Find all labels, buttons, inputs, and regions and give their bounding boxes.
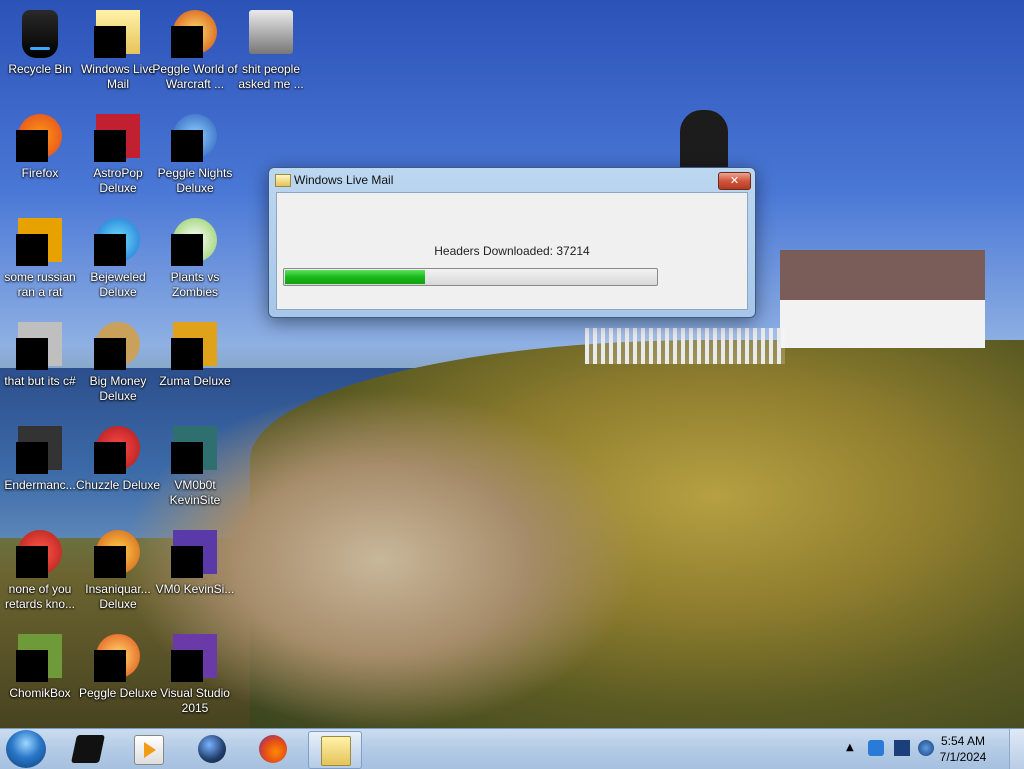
redacted-block: [171, 442, 203, 474]
globe-icon: [198, 735, 226, 763]
wallpaper-fence: [585, 328, 785, 364]
desktop-icon-plants-vs-zombies[interactable]: Plants vs Zombies: [157, 214, 233, 310]
desktop-icon-label: some russian ran a rat: [4, 270, 76, 299]
redacted-block: [171, 338, 203, 370]
desktop-icon-label: AstroPop Deluxe: [93, 166, 143, 195]
redacted-block: [171, 546, 203, 578]
windows-live-mail-icon: [275, 174, 291, 187]
desktop-icon-chuzzle-deluxe[interactable]: Chuzzle Deluxe: [76, 422, 160, 518]
desktop-icon-label: VM0 KevinSi...: [155, 582, 235, 596]
media-player-icon: [134, 735, 164, 765]
desktop-icon-some-russian-ran-a-rat[interactable]: some russian ran a rat: [2, 214, 78, 310]
redacted-block: [16, 442, 48, 474]
redacted-block: [94, 650, 126, 682]
redacted-block: [171, 130, 203, 162]
network-icon[interactable]: [868, 740, 884, 756]
desktop-icon-label: Big Money Deluxe: [89, 374, 147, 403]
wallpaper-house: [780, 300, 985, 348]
desktop-icon-label: Plants vs Zombies: [170, 270, 220, 299]
desktop-icon-big-money-deluxe[interactable]: Big Money Deluxe: [80, 318, 156, 414]
desktop-icon-peggle-world-of-warcraft[interactable]: Peggle World of Warcraft ...: [152, 6, 238, 102]
desktop-icon-peggle-deluxe[interactable]: Peggle Deluxe: [79, 630, 157, 726]
desktop-icon-vm0-kevinsite[interactable]: VM0 KevinSi...: [156, 526, 234, 622]
show-hidden-icons-icon[interactable]: ▲: [846, 740, 862, 756]
desktop-icon-bejeweled-deluxe[interactable]: Bejeweled Deluxe: [80, 214, 156, 310]
desktop-icon-firefox[interactable]: Firefox: [2, 110, 78, 206]
redacted-block: [171, 26, 203, 58]
clock-time: 5:54 AM: [940, 734, 986, 748]
desktop-icon-astropop-deluxe[interactable]: AstroPop Deluxe: [80, 110, 156, 206]
redacted-block: [171, 234, 203, 266]
redacted-block: [16, 650, 48, 682]
desktop-icon-none-of-you[interactable]: none of you retards kno...: [2, 526, 78, 622]
show-desktop-button[interactable]: [1009, 729, 1024, 769]
desktop-icon-zuma-deluxe[interactable]: Zuma Deluxe: [157, 318, 233, 414]
progress-fill: [285, 270, 425, 284]
redacted-block: [16, 234, 48, 266]
taskbar-button-windows-live-mail[interactable]: [308, 731, 362, 769]
desktop-icon-label: Insaniquar... Deluxe: [85, 582, 151, 611]
clock-date: 7/1/2024: [939, 750, 987, 764]
firefox-icon: [259, 735, 287, 763]
folder-icon: [249, 10, 293, 54]
desktop-icon-label: Bejeweled Deluxe: [90, 270, 146, 299]
desktop-icon-label: Endermanc...: [4, 478, 76, 492]
desktop-icon-windows-live-mail[interactable]: Windows Live Mail: [80, 6, 156, 102]
status-text: Headers Downloaded: 37214: [434, 244, 590, 258]
desktop-icon-shit-people-asked-me[interactable]: shit people asked me ...: [233, 6, 309, 102]
desktop-icon-vm0b0t-kevinsite[interactable]: VM0b0t KevinSite: [157, 422, 233, 518]
dialog-client: Headers Downloaded: 37214: [276, 192, 748, 310]
redacted-block: [16, 338, 48, 370]
desktop-icon-label: that but its c#: [4, 374, 76, 388]
redacted-block: [94, 338, 126, 370]
generic-box-icon: [71, 735, 105, 763]
desktop-icon-label: shit people asked me ...: [238, 62, 304, 91]
start-button[interactable]: [6, 730, 46, 768]
dialog-title: Windows Live Mail: [294, 173, 394, 187]
redacted-block: [171, 650, 203, 682]
redacted-block: [94, 130, 126, 162]
desktop-icon-label: VM0b0t KevinSite: [169, 478, 221, 507]
close-button[interactable]: ✕: [718, 172, 751, 190]
desktop-icon-endermanc[interactable]: Endermanc...: [2, 422, 78, 518]
wallpaper-lighthouse: [680, 110, 728, 170]
taskbar-button-globe[interactable]: [186, 731, 238, 767]
recycle-bin-icon: [22, 10, 58, 58]
desktop-icon-label: none of you retards kno...: [4, 582, 76, 611]
taskbar-clock[interactable]: 5:54 AM 7/1/2024: [928, 733, 998, 765]
desktop-icon-label: Windows Live Mail: [80, 62, 156, 91]
desktop-icon-that-but-its-csharp[interactable]: that but its c#: [2, 318, 78, 414]
wallpaper-roof: [780, 250, 985, 300]
desktop-icon-label: Recycle Bin: [8, 62, 72, 76]
system-tray: ▲ 5:54 AM 7/1/2024: [824, 729, 1024, 769]
desktop-icon-recycle-bin[interactable]: Recycle Bin: [2, 6, 78, 102]
progress-dialog[interactable]: Windows Live Mail ✕ Headers Downloaded: …: [268, 167, 756, 318]
desktop-icon-label: ChomikBox: [9, 686, 71, 700]
desktop-icon-label: Zuma Deluxe: [159, 374, 231, 388]
windows-live-mail-icon: [321, 736, 351, 766]
redacted-block: [94, 442, 126, 474]
desktop-icon-peggle-nights-deluxe[interactable]: Peggle Nights Deluxe: [157, 110, 233, 206]
progress-bar: [283, 268, 658, 286]
taskbar: ▲ 5:54 AM 7/1/2024: [0, 728, 1024, 769]
desktop-icon-label: Peggle Deluxe: [78, 686, 158, 700]
desktop-icon-label: Chuzzle Deluxe: [75, 478, 161, 492]
redacted-block: [16, 130, 48, 162]
desktop-icon-label: Peggle World of Warcraft ...: [152, 62, 238, 91]
taskbar-button-firefox[interactable]: [247, 731, 299, 767]
desktop-icon-visual-studio-2015[interactable]: Visual Studio 2015: [157, 630, 233, 726]
desktop-icon-label: Firefox: [21, 166, 59, 180]
taskbar-button-media-player[interactable]: [122, 731, 174, 767]
desktop-icon-label: Visual Studio 2015: [160, 686, 230, 715]
desktop-icon-chomikbox[interactable]: ChomikBox: [2, 630, 78, 726]
redacted-block: [16, 546, 48, 578]
redacted-block: [94, 546, 126, 578]
taskbar-button-box[interactable]: [62, 731, 114, 767]
redacted-block: [94, 234, 126, 266]
desktop-icon-insaniquarium-deluxe[interactable]: Insaniquar... Deluxe: [80, 526, 156, 622]
desktop-icon-label: Peggle Nights Deluxe: [157, 166, 233, 195]
redacted-block: [94, 26, 126, 58]
display-icon[interactable]: [894, 740, 910, 756]
dialog-titlebar[interactable]: Windows Live Mail ✕: [269, 168, 755, 192]
